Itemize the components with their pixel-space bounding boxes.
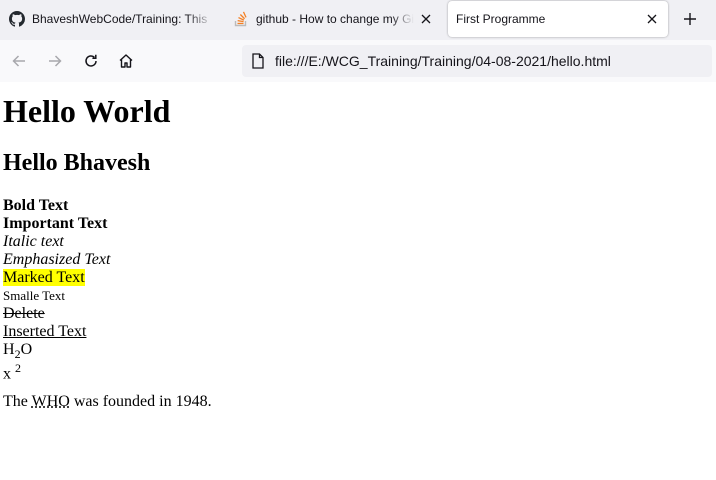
heading-1: Hello World	[3, 93, 171, 129]
emphasized-text: Emphasized Text	[3, 251, 111, 268]
github-icon	[8, 10, 26, 28]
deleted-text: Delete	[3, 305, 45, 322]
x-squared: x 2	[3, 361, 21, 383]
tab-strip: BhaveshWebCode/Training: This github - H…	[0, 0, 716, 40]
arrow-right-icon	[49, 55, 62, 67]
home-button[interactable]	[115, 50, 137, 72]
who-abbreviation[interactable]: WHO	[32, 393, 70, 410]
forward-button[interactable]	[44, 50, 66, 72]
tab-first-programme[interactable]: First Programme	[448, 1, 668, 37]
reload-button[interactable]	[80, 50, 102, 72]
plus-icon	[684, 13, 696, 25]
tab-github-training[interactable]: BhaveshWebCode/Training: This	[0, 0, 222, 38]
file-icon	[250, 53, 266, 69]
close-icon[interactable]	[644, 11, 660, 27]
tab-stackoverflow-git[interactable]: github - How to change my Git	[224, 0, 442, 38]
heading-2: Hello Bhavesh	[3, 150, 151, 176]
marked-text: Marked Text	[3, 269, 85, 286]
page-content: Hello World Hello Bhavesh Bold Text Impo…	[0, 82, 716, 480]
arrow-left-icon	[12, 55, 25, 67]
small-text: Smalle Text	[3, 288, 66, 303]
new-tab-button[interactable]	[680, 9, 700, 29]
bold-text: Bold Text	[3, 197, 69, 214]
italic-text: Italic text	[3, 233, 64, 250]
superscript: 2	[15, 361, 21, 375]
close-icon[interactable]	[418, 11, 434, 27]
strong-text: Important Text	[3, 215, 108, 232]
stackoverflow-icon	[232, 10, 250, 28]
address-text: file:///E:/WCG_Training/Training/04-08-2…	[275, 53, 611, 69]
tab-title: First Programme	[456, 12, 546, 26]
home-icon	[119, 54, 133, 68]
tab-title: BhaveshWebCode/Training: This	[32, 12, 208, 26]
reload-icon	[85, 54, 97, 67]
navigation-toolbar: file:///E:/WCG_Training/Training/04-08-2…	[0, 40, 716, 83]
who-paragraph: The WHO was founded in 1948.	[3, 393, 212, 410]
back-button[interactable]	[8, 50, 30, 72]
inserted-text: Inserted Text	[3, 323, 87, 340]
h2o-formula: H2O	[3, 341, 33, 362]
tab-title: github - How to change my Git	[256, 12, 414, 26]
address-bar[interactable]: file:///E:/WCG_Training/Training/04-08-2…	[242, 45, 712, 77]
